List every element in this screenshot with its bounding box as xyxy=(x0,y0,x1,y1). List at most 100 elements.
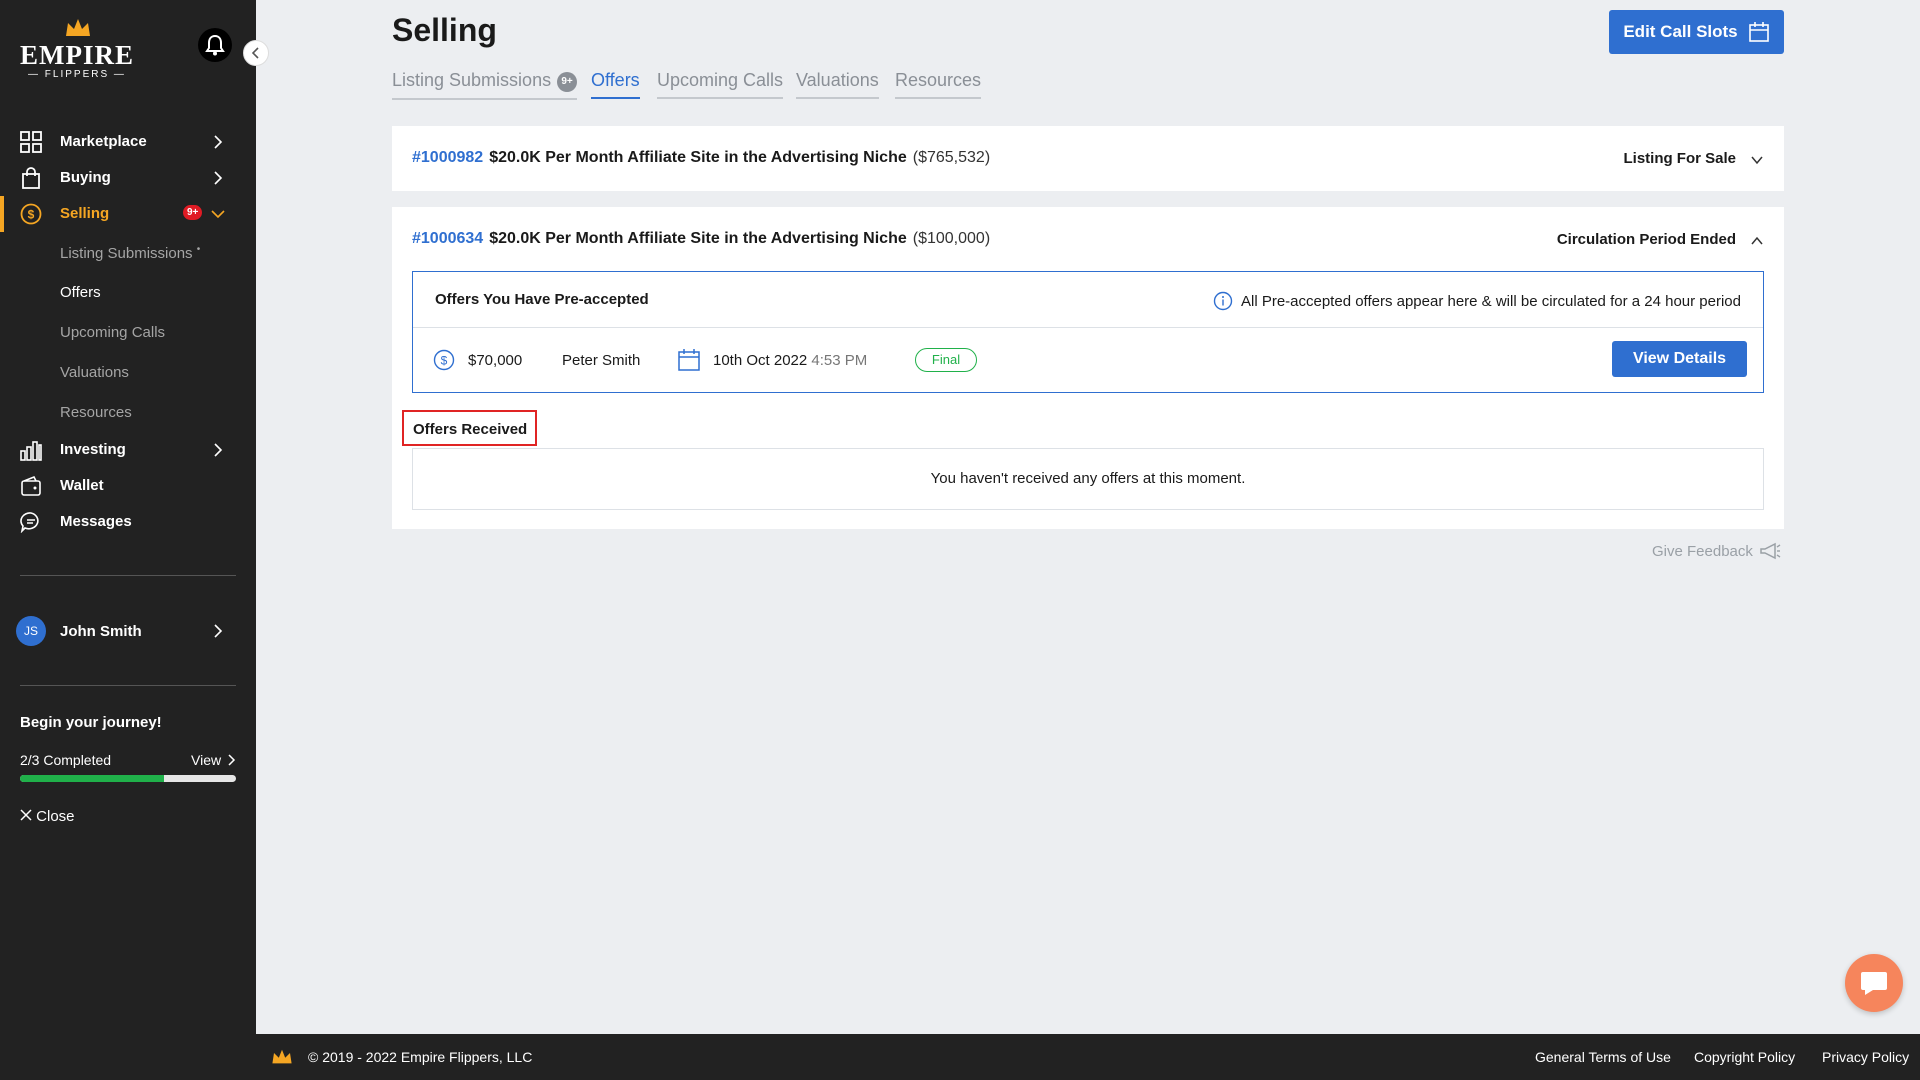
notification-badge: 9+ xyxy=(183,205,203,220)
chevron-up-icon[interactable] xyxy=(1750,234,1764,248)
sidebar-item-messages[interactable]: Messages xyxy=(0,504,256,540)
give-feedback-link[interactable]: Give Feedback xyxy=(1652,541,1781,561)
chevron-down-icon[interactable] xyxy=(1750,153,1764,167)
wallet-icon xyxy=(21,475,41,496)
logo-wordmark: EMPIRE xyxy=(20,40,134,70)
listing-card-expanded: #1000634 $20.0K Per Month Affiliate Site … xyxy=(392,207,1784,529)
journey-progress-bar xyxy=(20,775,236,782)
sidebar-item-selling[interactable]: $ Selling 9+ xyxy=(0,196,256,232)
new-dot: • xyxy=(196,244,201,255)
notifications-button[interactable] xyxy=(198,28,232,62)
offer-date: 10th Oct 2022 xyxy=(713,352,808,369)
footer: © 2019 - 2022 Empire Flippers, LLC Gener… xyxy=(256,1034,1920,1080)
user-menu[interactable]: JS John Smith xyxy=(16,614,240,648)
collapse-sidebar-button[interactable] xyxy=(243,40,269,66)
chevron-left-icon xyxy=(251,47,259,59)
listing-card[interactable]: #1000982 $20.0K Per Month Affiliate Site … xyxy=(392,126,1784,191)
offers-received-panel: You haven't received any offers at this … xyxy=(412,448,1764,510)
journey-title: Begin your journey! xyxy=(20,714,162,731)
tab-resources[interactable]: Resources xyxy=(895,70,982,99)
preaccepted-title: Offers You Have Pre-accepted xyxy=(435,291,649,308)
footer-link-copyright[interactable]: Copyright Policy xyxy=(1694,1049,1795,1065)
sidebar-item-label: Wallet xyxy=(60,477,104,494)
listing-header: #1000982 $20.0K Per Month Affiliate Site … xyxy=(412,149,990,167)
sidebar-item-marketplace[interactable]: Marketplace xyxy=(0,124,256,160)
tab-upcoming-calls[interactable]: Upcoming Calls xyxy=(657,70,784,99)
megaphone-icon xyxy=(1760,542,1781,560)
offer-time: 4:53 PM xyxy=(811,352,868,369)
sidebar-item-investing[interactable]: Investing xyxy=(0,432,256,468)
info-icon xyxy=(1213,291,1233,311)
sidebar-subitem-listing-submissions[interactable]: Listing Submissions • xyxy=(60,244,200,262)
bell-icon xyxy=(205,34,225,56)
sidebar-subitem-resources[interactable]: Resources xyxy=(60,404,132,421)
offer-row: $ $70,000 Peter Smith 10th Oct 2022 4:53… xyxy=(413,328,1763,394)
sidebar-divider xyxy=(20,685,236,686)
footer-copyright: © 2019 - 2022 Empire Flippers, LLC xyxy=(308,1049,533,1065)
sidebar-item-label: Buying xyxy=(60,169,111,186)
sidebar-subitem-valuations[interactable]: Valuations xyxy=(60,364,129,381)
chevron-right-icon xyxy=(214,171,223,185)
offer-amount: $70,000 xyxy=(468,352,523,369)
chat-bubble-icon xyxy=(1861,972,1887,995)
listing-price: ($765,532) xyxy=(912,149,991,166)
listing-id-link[interactable]: #1000982 xyxy=(412,149,483,166)
edit-call-slots-button[interactable]: Edit Call Slots xyxy=(1609,10,1784,54)
footer-link-terms[interactable]: General Terms of Use xyxy=(1535,1049,1671,1065)
calendar-icon xyxy=(1748,22,1769,42)
svg-text:$: $ xyxy=(28,208,35,222)
tab-offers[interactable]: Offers xyxy=(591,70,640,99)
user-name: John Smith xyxy=(60,623,142,640)
journey-close-label: Close xyxy=(36,808,75,825)
sidebar-subitem-label: Listing Submissions xyxy=(60,245,193,262)
preaccepted-note-text: All Pre-accepted offers appear here & wi… xyxy=(1240,292,1741,310)
chevron-right-icon xyxy=(228,754,236,766)
chat-widget-button[interactable] xyxy=(1845,954,1903,1012)
chevron-right-icon xyxy=(214,624,223,638)
dollar-circle-icon: $ xyxy=(20,203,42,225)
page-title: Selling xyxy=(392,12,497,48)
sidebar-item-wallet[interactable]: Wallet xyxy=(0,468,256,504)
shopping-bag-icon xyxy=(22,167,40,189)
preaccepted-note: All Pre-accepted offers appear here & wi… xyxy=(1213,291,1741,311)
offer-datetime: 10th Oct 2022 4:53 PM xyxy=(713,352,867,369)
calendar-icon xyxy=(678,349,700,371)
sidebar: EMPIRE — FLIPPERS — Marketplace Buying $… xyxy=(0,0,269,1080)
sidebar-item-label: Marketplace xyxy=(60,133,147,150)
chevron-down-icon xyxy=(211,210,225,219)
listing-header[interactable]: #1000634 $20.0K Per Month Affiliate Site … xyxy=(412,230,990,248)
offers-received-empty-message: You haven't received any offers at this … xyxy=(930,470,1246,487)
tab-listing-submissions[interactable]: Listing Submissions 9+ xyxy=(392,70,578,100)
tab-valuations[interactable]: Valuations xyxy=(796,70,879,99)
preaccepted-header: Offers You Have Pre-accepted All Pre-acc… xyxy=(413,272,1763,328)
avatar: JS xyxy=(16,616,46,646)
svg-text:$: $ xyxy=(441,354,448,368)
crown-icon xyxy=(272,1049,292,1064)
journey-close-button[interactable]: Close xyxy=(20,808,75,825)
footer-link-privacy[interactable]: Privacy Policy xyxy=(1822,1049,1909,1065)
chat-bubble-icon xyxy=(20,512,39,533)
offers-received-title: Offers Received xyxy=(402,410,537,446)
close-icon xyxy=(20,809,32,821)
listing-price: ($100,000) xyxy=(912,230,991,247)
chevron-right-icon xyxy=(214,443,223,457)
journey-progress-text: 2/3 Completed xyxy=(20,752,112,768)
listing-id-link[interactable]: #1000634 xyxy=(412,230,483,247)
bar-chart-icon xyxy=(20,441,42,461)
sidebar-subitem-offers[interactable]: Offers xyxy=(60,284,101,301)
offer-status-badge: Final xyxy=(915,348,977,372)
sidebar-subitem-upcoming-calls[interactable]: Upcoming Calls xyxy=(60,324,165,341)
journey-progress-fill xyxy=(20,775,165,782)
empire-flippers-logo[interactable]: EMPIRE — FLIPPERS — xyxy=(18,18,138,84)
listing-status: Listing For Sale xyxy=(1623,150,1736,167)
sidebar-divider xyxy=(20,575,236,576)
view-details-button[interactable]: View Details xyxy=(1612,341,1747,377)
journey-view-link[interactable]: View xyxy=(191,752,237,768)
listing-title: $20.0K Per Month Affiliate Site in the A… xyxy=(489,230,907,247)
crown-icon xyxy=(66,19,90,36)
grid-icon xyxy=(20,131,42,153)
logo-subtitle: — FLIPPERS — xyxy=(28,69,126,80)
sidebar-item-buying[interactable]: Buying xyxy=(0,160,256,196)
listing-status: Circulation Period Ended xyxy=(1556,231,1736,248)
sidebar-item-label: Messages xyxy=(60,513,132,530)
